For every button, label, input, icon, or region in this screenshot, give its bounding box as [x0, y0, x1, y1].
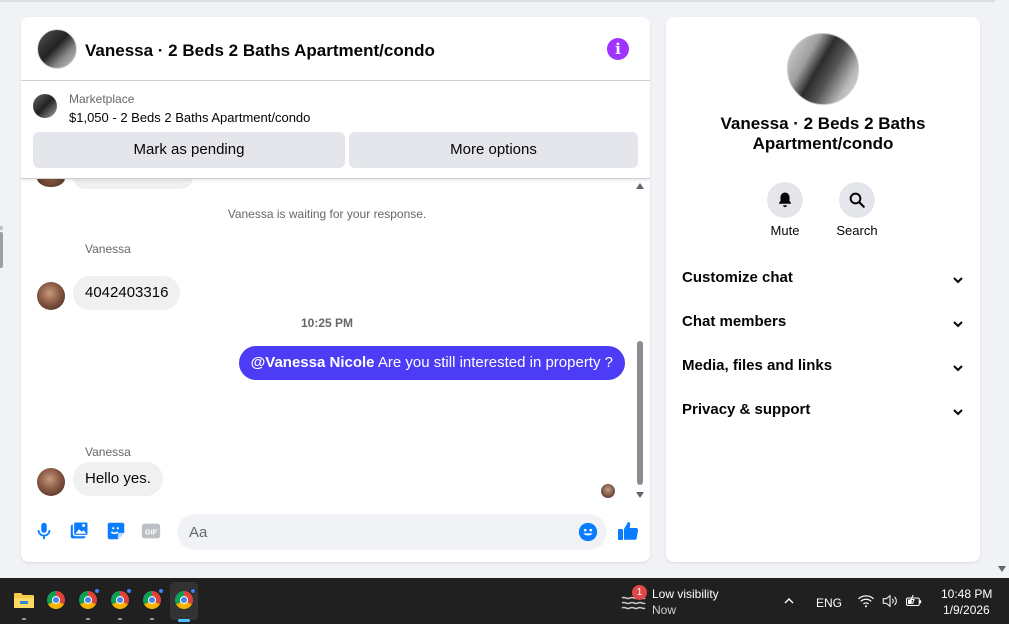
volume-icon[interactable] [881, 592, 899, 610]
edge-handle-top [0, 226, 3, 230]
sender-avatar[interactable] [37, 282, 65, 310]
clock-date[interactable]: 1/9/2026 [943, 603, 990, 617]
mute-circle[interactable] [767, 182, 803, 218]
notification-badge: 1 [632, 585, 647, 600]
message-sender: Vanessa [85, 445, 131, 459]
section-media-files-links[interactable]: Media, files and links [682, 357, 966, 379]
file-explorer-icon[interactable] [12, 588, 36, 612]
section-label: Customize chat [682, 269, 793, 286]
message-bubble-partial [73, 179, 193, 189]
language-indicator[interactable]: ENG [816, 596, 842, 610]
conversation-title: Vanessa · 2 Beds 2 Baths Apartment/condo [720, 114, 926, 153]
listing-title[interactable]: $1,050 - 2 Beds 2 Baths Apartment/condo [69, 110, 310, 125]
mention[interactable]: @Vanessa Nicole [251, 354, 375, 371]
chevron-down-icon [953, 365, 963, 372]
scroll-down-icon[interactable] [998, 566, 1006, 572]
top-divider [0, 0, 995, 2]
weather-subtitle: Now [652, 603, 677, 617]
battery-charging-icon[interactable] [905, 592, 923, 610]
app-running-indicator [150, 618, 154, 620]
svg-text:GIF: GIF [145, 528, 158, 537]
section-customize-chat[interactable]: Customize chat [682, 269, 966, 291]
composer: GIF [21, 512, 650, 552]
app-running-indicator [118, 618, 122, 620]
section-label: Media, files and links [682, 357, 833, 374]
chevron-down-icon [953, 277, 963, 284]
chat-avatar[interactable] [37, 29, 77, 69]
mute-label: Mute [770, 223, 800, 238]
chat-header: Vanessa · 2 Beds 2 Baths Apartment/condo… [21, 17, 650, 81]
search-button[interactable]: Search [827, 182, 887, 238]
more-options-button[interactable]: More options [349, 132, 638, 168]
chevron-up-icon[interactable] [783, 595, 795, 607]
avatar [37, 179, 65, 187]
scroll-up-icon[interactable] [636, 183, 644, 189]
read-receipt-avatar [601, 484, 615, 498]
photo-icon[interactable] [68, 520, 90, 542]
search-icon [849, 192, 865, 208]
outgoing-text: Are you still interested in property ? [374, 354, 613, 371]
conversation-avatar[interactable] [787, 33, 859, 105]
scrollbar-thumb[interactable] [637, 341, 643, 485]
sender-avatar[interactable] [37, 468, 65, 496]
marketplace-label: Marketplace [69, 92, 135, 106]
conversation-info-panel: Vanessa · 2 Beds 2 Baths Apartment/condo… [666, 17, 980, 562]
wifi-icon[interactable] [857, 592, 875, 610]
emoji-icon[interactable] [577, 521, 599, 543]
waiting-notice: Vanessa is waiting for your response. [227, 207, 427, 221]
section-label: Privacy & support [682, 401, 811, 418]
marketplace-bar: Marketplace $1,050 - 2 Beds 2 Baths Apar… [21, 81, 650, 179]
section-privacy-support[interactable]: Privacy & support [682, 401, 966, 423]
chrome-profile-icon[interactable] [108, 588, 132, 612]
weather-title[interactable]: Low visibility [652, 587, 719, 601]
page-scrollbar[interactable] [995, 0, 1009, 578]
message-input[interactable] [177, 514, 607, 550]
section-label: Chat members [682, 313, 787, 330]
mark-as-pending-button[interactable]: Mark as pending [33, 132, 345, 168]
bell-icon [779, 192, 791, 208]
message-bubble-incoming[interactable]: Hello yes. [73, 462, 163, 496]
messenger-page: Vanessa · 2 Beds 2 Baths Apartment/condo… [0, 0, 1009, 578]
chrome-profile-icon[interactable] [140, 588, 164, 612]
chevron-down-icon [953, 409, 963, 416]
gif-icon[interactable]: GIF [140, 520, 162, 542]
message-timestamp: 10:25 PM [300, 316, 354, 330]
app-running-indicator [86, 618, 90, 620]
thumbs-up-icon[interactable] [616, 519, 640, 543]
chevron-down-icon [953, 321, 963, 328]
sticker-icon[interactable] [105, 520, 127, 542]
message-bubble-incoming[interactable]: 4042403316 [73, 276, 181, 310]
taskbar: 1 Low visibility Now ENG 10:48 PM 1/9/20… [0, 578, 1009, 624]
mute-button[interactable]: Mute [755, 182, 815, 238]
microphone-icon[interactable] [33, 520, 55, 542]
chat-title[interactable]: Vanessa · 2 Beds 2 Baths Apartment/condo [85, 41, 435, 61]
info-icon[interactable]: i [607, 38, 629, 60]
chrome-icon[interactable] [44, 588, 68, 612]
clock-time[interactable]: 10:48 PM [941, 587, 992, 601]
message-sender: Vanessa [85, 242, 131, 256]
listing-thumbnail[interactable] [33, 94, 57, 118]
message-list: Vanessa is waiting for your response. Va… [21, 179, 633, 509]
active-app-indicator [178, 619, 190, 622]
scroll-down-icon[interactable] [636, 492, 644, 498]
search-label: Search [836, 223, 878, 238]
app-running-indicator [22, 618, 26, 620]
search-circle[interactable] [839, 182, 875, 218]
section-chat-members[interactable]: Chat members [682, 313, 966, 335]
chat-window: Vanessa · 2 Beds 2 Baths Apartment/condo… [21, 17, 650, 562]
edge-resize-handle[interactable] [0, 232, 3, 268]
chrome-profile-icon[interactable] [76, 588, 100, 612]
message-scrollbar[interactable] [634, 179, 646, 503]
message-bubble-outgoing[interactable]: @Vanessa Nicole Are you still interested… [238, 346, 625, 380]
chrome-active-icon[interactable] [172, 588, 196, 612]
